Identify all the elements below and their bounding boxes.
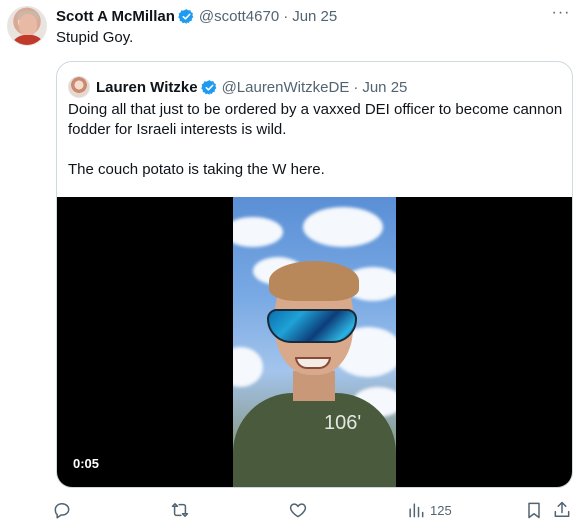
bar-chart-icon	[409, 503, 424, 518]
heart-icon	[289, 503, 307, 518]
views-button[interactable]: 125	[406, 498, 452, 522]
share-icon	[554, 501, 570, 517]
quoted-author-name[interactable]: Lauren Witzke	[96, 79, 198, 96]
video-timestamp: 0:05	[69, 454, 104, 473]
tweet[interactable]: Scott A McMillan @scott4670 · Jun 25 ···…	[0, 0, 578, 522]
verified-badge-icon	[178, 8, 194, 24]
quoted-tweet-text: Doing all that just to be ordered by a v…	[68, 100, 563, 180]
tweet-date[interactable]: Jun 25	[292, 8, 337, 25]
views-count: 125	[430, 502, 452, 518]
quoted-tweet-header: Lauren Witzke @LaurenWitzkeDE · Jun 25	[96, 77, 407, 97]
verified-badge-icon	[200, 79, 216, 95]
author-handle[interactable]: @scott4670	[199, 8, 279, 25]
quoted-tweet-date[interactable]: Jun 25	[362, 79, 407, 96]
video-player[interactable]: 106' 0:05	[57, 197, 572, 487]
tweet-header: Scott A McMillan @scott4670 · Jun 25	[56, 6, 337, 26]
more-options-icon[interactable]: ···	[550, 4, 572, 24]
share-button[interactable]	[552, 498, 572, 522]
quoted-paragraph: Doing all that just to be ordered by a v…	[68, 101, 563, 138]
tweet-text: Stupid Goy.	[56, 29, 134, 46]
video-frame	[233, 197, 396, 487]
meta-separator: ·	[283, 7, 289, 25]
retweet-button[interactable]	[170, 498, 190, 522]
tweet-actions: 125	[52, 498, 574, 522]
author-name[interactable]: Scott A McMillan	[56, 8, 175, 25]
bookmark-icon	[528, 502, 540, 519]
reply-button[interactable]	[52, 498, 72, 522]
bookmark-button[interactable]	[524, 498, 544, 522]
reply-icon	[54, 503, 70, 519]
like-button[interactable]	[288, 498, 308, 522]
video-overlay-number: 106'	[324, 412, 362, 434]
retweet-icon	[171, 503, 189, 517]
author-avatar[interactable]	[7, 6, 47, 46]
quoted-author-handle[interactable]: @LaurenWitzkeDE	[222, 79, 350, 96]
meta-separator: ·	[353, 78, 359, 96]
sunglasses	[267, 309, 357, 343]
quoted-paragraph: The couch potato is taking the W here.	[68, 161, 325, 178]
quoted-author-avatar[interactable]	[68, 76, 90, 98]
quoted-tweet[interactable]: Lauren Witzke @LaurenWitzkeDE · Jun 25 D…	[56, 61, 573, 488]
